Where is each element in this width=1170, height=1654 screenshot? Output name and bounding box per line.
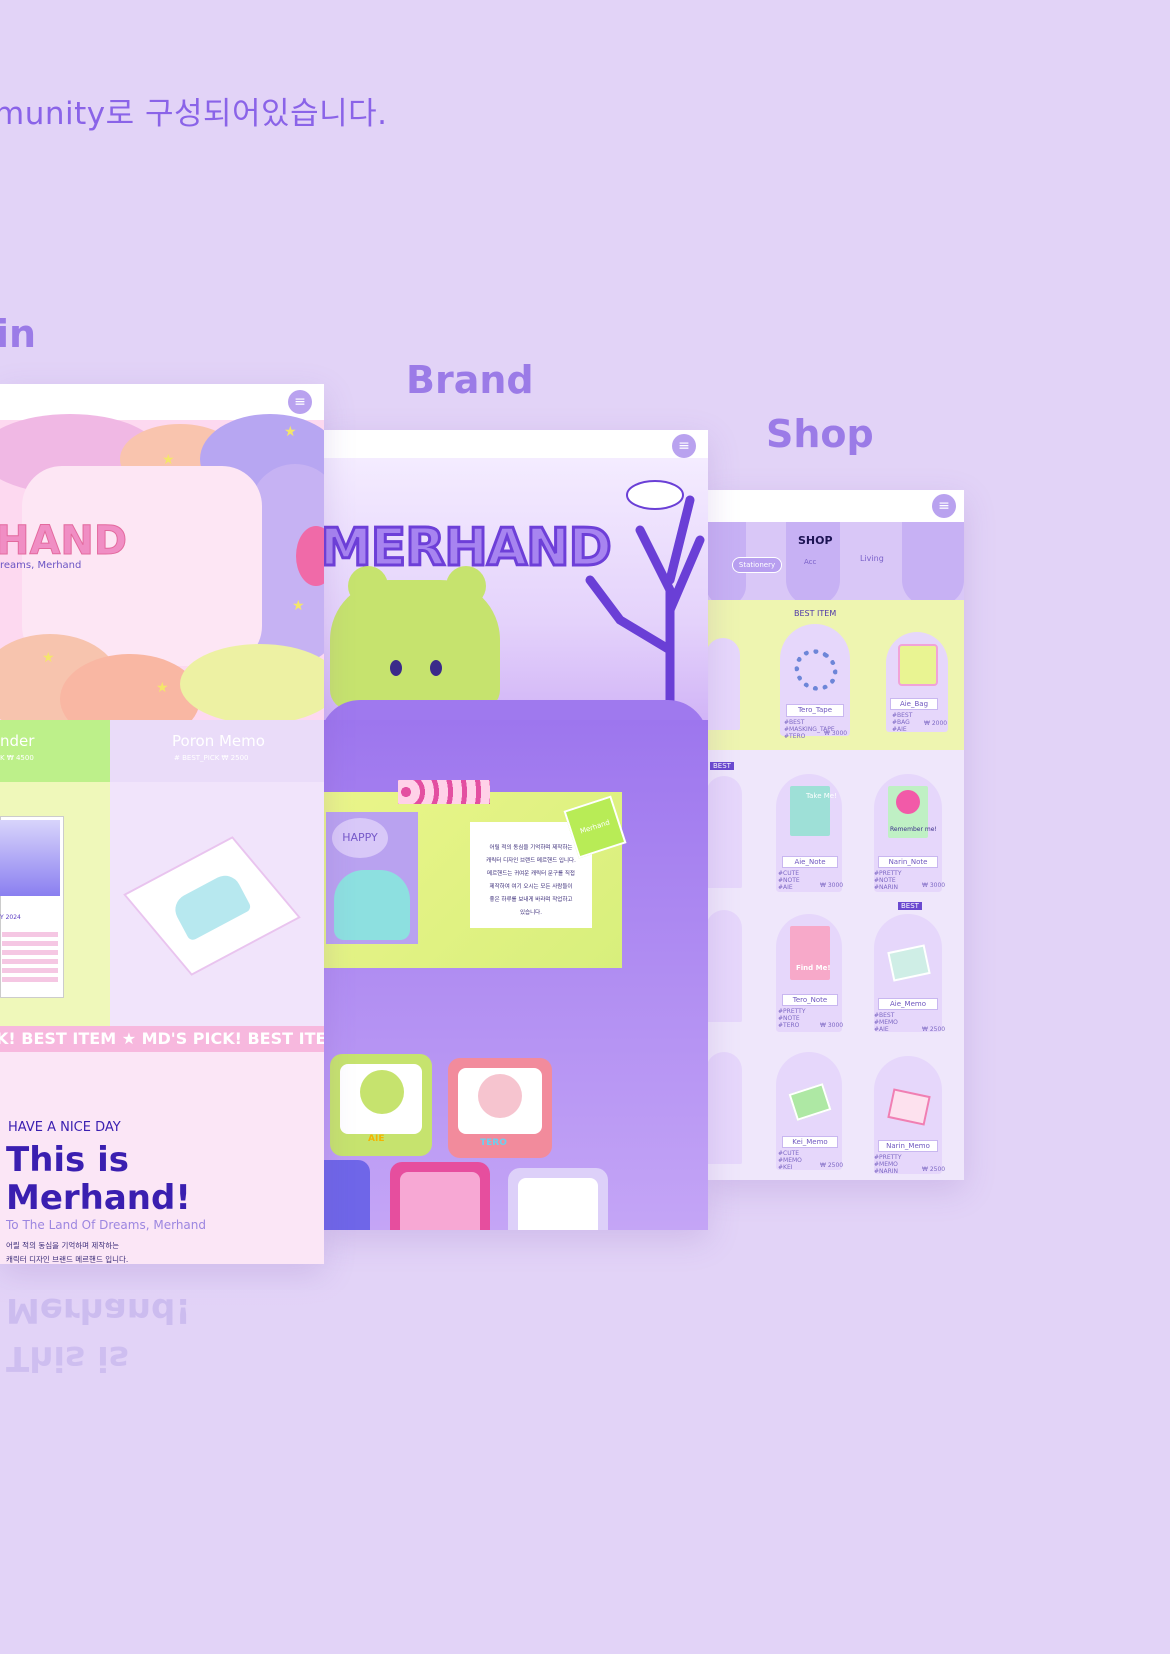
brand-topbar — [320, 430, 708, 458]
happy-cloud: HAPPY — [332, 818, 388, 858]
brand-desc-line: 어릴 적의 동심을 기억하며 제작하는 — [489, 845, 573, 851]
calendar-art — [0, 820, 60, 896]
brand-desc-line: 메르핸드는 귀여운 캐릭터 문구를 직접 — [487, 871, 575, 877]
product-meta: K ₩ 4500 — [0, 754, 34, 762]
brand-desc-line: 캐릭터 디자인 브랜드 메르핸드 입니다. — [486, 858, 576, 864]
hello-body-line: 어릴 적의 동심을 기억하며 제작하는 — [6, 1241, 120, 1250]
hello-title-line1: This is — [6, 1140, 130, 1180]
best-item-label: BEST ITEM — [794, 609, 837, 618]
product-name: Aie_Note — [782, 856, 838, 868]
ticker-text: K! BEST ITEM ★ MD'S PICK! BEST ITE — [0, 1029, 324, 1048]
product-tags: #CUTE #NOTE #AIE — [778, 870, 800, 891]
star-icon: ★ — [162, 452, 175, 468]
product-price: ₩ 2500 — [820, 1162, 844, 1169]
bear-eye — [430, 660, 442, 676]
product-name: Kei_Memo — [782, 1136, 838, 1148]
hello-subtitle: To The Land Of Dreams, Merhand — [6, 1218, 206, 1232]
bear-eye — [390, 660, 402, 676]
brand-desc: 어릴 적의 동심을 기억하며 제작하는 캐릭터 디자인 브랜드 메르핸드 입니다… — [472, 842, 590, 920]
calendar-grid — [2, 928, 58, 982]
product-name: Aie_Memo — [878, 998, 938, 1010]
main-logo: HAND — [0, 518, 128, 565]
character-card[interactable] — [320, 1160, 370, 1230]
tab-living[interactable]: Living — [860, 554, 884, 563]
bag-product-image — [898, 644, 938, 686]
product-tags: #PRETTY #MEMO #NARIN — [874, 1154, 902, 1175]
product-price: ₩ 3000 — [824, 730, 848, 737]
shop-panel: ≡ SHOP Stationery Acc Living BEST ITEM T… — [706, 490, 964, 1180]
section-label-main: in — [0, 312, 37, 356]
bear-ear — [446, 566, 486, 606]
product-name: Aie_Bag — [890, 698, 938, 710]
tab-acc[interactable]: Acc — [804, 558, 816, 566]
note-art-text: Remember me! — [890, 826, 937, 833]
best-badge: BEST — [710, 762, 734, 770]
main-panel: ≡ HAND reams, Merhand ★ ★ ★ ★ ★ nder K ₩… — [0, 384, 324, 1264]
product-price: ₩ 3000 — [820, 1022, 844, 1029]
star-icon: ★ — [284, 424, 297, 440]
product-name: Tero_Note — [782, 994, 838, 1006]
product-price: ₩ 2500 — [922, 1166, 946, 1173]
character-frame — [400, 1172, 480, 1230]
product-header — [110, 720, 324, 782]
brand-desc-line: 제작하여 여기 오시는 모든 사람들이 — [489, 884, 573, 890]
star-icon: ★ — [42, 650, 55, 666]
menu-icon[interactable]: ≡ — [672, 434, 696, 458]
intro-text: munity로 구성되어있습니다. — [0, 96, 388, 132]
menu-icon[interactable]: ≡ — [932, 494, 956, 518]
product-tags: #BEST #MEMO #AIE — [874, 1012, 898, 1033]
hello-title-line2: Merhand! — [6, 1178, 191, 1218]
washi-tape — [398, 780, 490, 804]
product-card[interactable] — [706, 776, 742, 888]
reflection-text: Merhand! — [6, 1290, 191, 1330]
product-tags: #PRETTY #NOTE #NARIN — [874, 870, 902, 891]
shop-topbar — [706, 490, 964, 522]
reflection-text: This is — [6, 1338, 130, 1378]
character-name: AIE — [368, 1134, 385, 1144]
brand-desc-line: 있습니다. — [520, 910, 542, 916]
tab-stationery[interactable]: Stationery — [732, 557, 782, 573]
best-badge: BEST — [898, 902, 922, 910]
bear-ear — [348, 566, 388, 606]
note-art-text: Take Me! — [806, 792, 837, 800]
section-label-brand: Brand — [406, 358, 534, 402]
main-tagline: reams, Merhand — [0, 560, 82, 571]
tero-face — [478, 1074, 522, 1118]
star-icon: ★ — [292, 598, 305, 614]
product-price: ₩ 2500 — [922, 1026, 946, 1033]
product-name: nder — [0, 732, 35, 750]
product-tags: #BEST #BAG #AIE — [892, 712, 913, 733]
hello-body-line: 캐릭터 디자인 브랜드 메르핸드 입니다. — [6, 1255, 129, 1264]
star-icon: ★ — [156, 680, 169, 696]
product-name: Tero_Tape — [786, 704, 844, 717]
character-frame — [518, 1178, 598, 1230]
product-name: Narin_Memo — [878, 1140, 938, 1152]
product-name: Poron Memo — [172, 732, 265, 750]
product-price: ₩ 3000 — [922, 882, 946, 889]
product-header — [0, 720, 110, 782]
product-name: Narin_Note — [878, 856, 938, 868]
product-price: ₩ 2000 — [924, 720, 948, 727]
awning-stripe — [902, 522, 964, 606]
menu-icon[interactable]: ≡ — [288, 390, 312, 414]
brand-desc-line: 좋은 하루를 보내게 바라며 작업하고 — [489, 897, 573, 903]
hello-small: HAVE A NICE DAY — [8, 1120, 121, 1135]
section-label-shop: Shop — [766, 412, 874, 456]
product-meta: # BEST_PICK ₩ 2500 — [174, 754, 249, 762]
character-head — [896, 790, 920, 814]
product-card[interactable] — [706, 638, 740, 730]
character-illustration — [334, 870, 410, 940]
product-price: ₩ 3000 — [820, 882, 844, 889]
product-card[interactable] — [706, 910, 742, 1022]
character-name: TERO — [480, 1138, 507, 1148]
product-tags: #CUTE #MEMO #KEI — [778, 1150, 802, 1171]
brand-panel: ≡ MERHAND HAPPY 어릴 적의 동심을 기억하며 제작하는 캐릭터 … — [320, 430, 708, 1230]
shop-title: SHOP — [798, 534, 833, 547]
calendar-year: Y 2024 — [0, 914, 21, 921]
aie-face — [360, 1070, 404, 1114]
note-art-text: Find Me! — [796, 964, 831, 972]
reflection-fade — [0, 1290, 1170, 1654]
product-card[interactable] — [706, 1052, 742, 1164]
product-tags: #PRETTY #NOTE #TERO — [778, 1008, 806, 1029]
